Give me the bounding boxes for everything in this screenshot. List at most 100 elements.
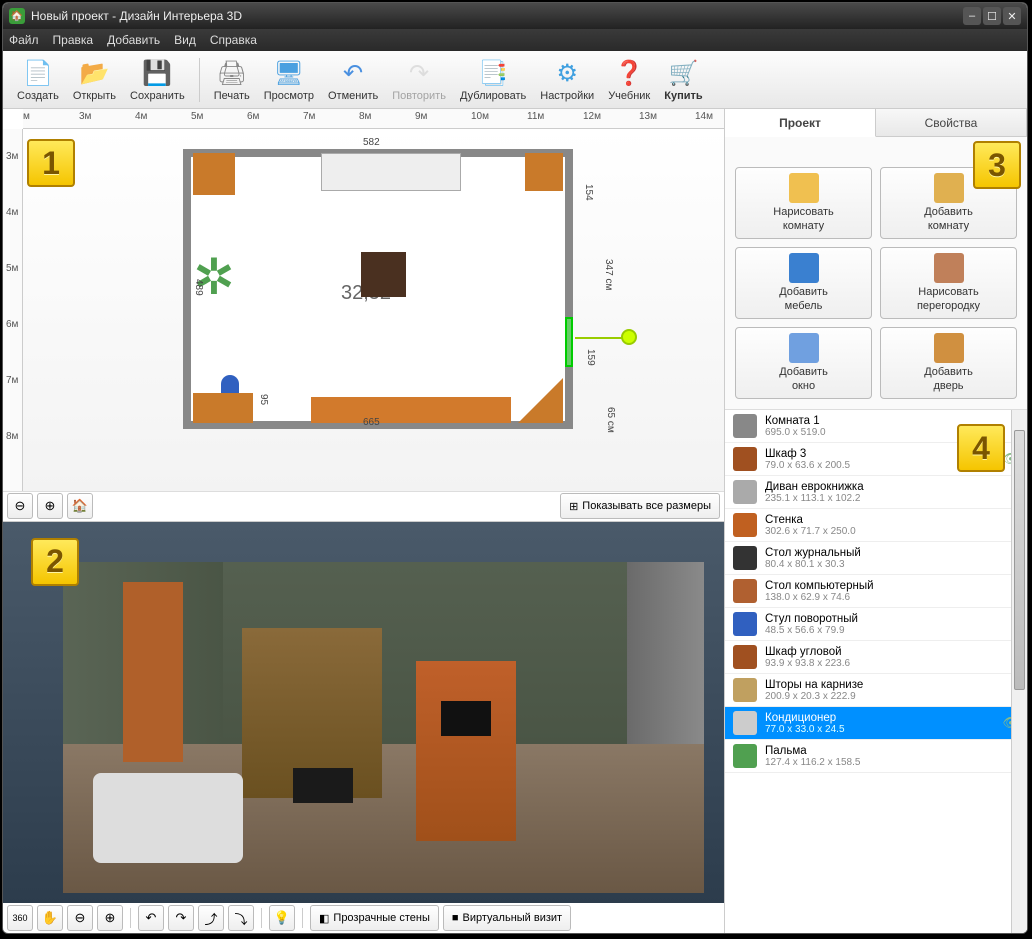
room-outline[interactable]: 32,52 ✲ — [183, 149, 573, 429]
transparent-walls-button[interactable]: ◧ Прозрачные стены — [310, 905, 439, 931]
dimensions-icon: ⊞ — [569, 500, 578, 513]
toolbar-Настройки[interactable]: ⚙Настройки — [534, 56, 600, 104]
комнату-icon — [789, 173, 819, 203]
tab-properties[interactable]: Свойства — [876, 109, 1027, 136]
object-list[interactable]: Комната 1695.0 x 519.0Шкаф 379.0 x 63.6 … — [725, 410, 1027, 933]
minimize-button[interactable]: – — [963, 7, 981, 25]
show-dimensions-button[interactable]: ⊞ Показывать все размеры — [560, 493, 720, 519]
Купить-icon: 🛒 — [667, 58, 699, 90]
action-окно[interactable]: Добавитьокно — [735, 327, 872, 399]
wall-icon: ◧ — [319, 912, 329, 925]
badge-2: 2 — [31, 538, 79, 586]
maximize-button[interactable]: ☐ — [983, 7, 1001, 25]
3d-toolbar: 360 ✋ ⊖ ⊕ ↶ ↷ ⤴ ⤵ 💡 ◧ Прозрачные стены — [3, 903, 724, 933]
home-button[interactable]: 🏠 — [67, 493, 93, 519]
tilt-up-button[interactable]: ⤴ — [198, 905, 224, 931]
object-icon — [733, 414, 757, 438]
scrollbar[interactable] — [1011, 410, 1027, 933]
menu-Справка[interactable]: Справка — [210, 33, 257, 47]
ruler-horizontal: м3м4м5м6м7м8м9м10м11м12м13м14м — [23, 109, 724, 129]
object-icon — [733, 579, 757, 603]
toolbar-Повторить[interactable]: ↷Повторить — [386, 56, 452, 104]
zoom-out-button[interactable]: ⊖ — [7, 493, 33, 519]
light-button[interactable]: 💡 — [269, 905, 295, 931]
app-icon: 🏠 — [9, 8, 25, 24]
virtual-visit-button[interactable]: ■ Виртуальный визит — [443, 905, 571, 931]
menu-Правка[interactable]: Правка — [53, 33, 94, 47]
object-Пальма[interactable]: Пальма127.4 x 116.2 x 158.5 — [725, 740, 1027, 773]
pan-button[interactable]: ✋ — [37, 905, 63, 931]
furniture-desk[interactable] — [193, 393, 253, 423]
badge-4: 4 — [957, 424, 1005, 472]
menu-Вид[interactable]: Вид — [174, 33, 196, 47]
dim-door: 159 — [585, 349, 596, 366]
Создать-icon: 📄 — [22, 58, 54, 90]
object-Стенка[interactable]: Стенка302.6 x 71.7 x 250.0 — [725, 509, 1027, 542]
комнату-icon — [934, 173, 964, 203]
rotate-left-button[interactable]: ↶ — [138, 905, 164, 931]
object-Стол журнальный[interactable]: Стол журнальный80.4 x 80.1 x 30.3 — [725, 542, 1027, 575]
menu-bar: Файл Правка Добавить Вид Справка — [3, 29, 1027, 51]
3d-scene[interactable] — [63, 562, 704, 894]
tilt-down-button[interactable]: ⤵ — [228, 905, 254, 931]
object-Шкаф угловой[interactable]: Шкаф угловой93.9 x 93.8 x 223.6 — [725, 641, 1027, 674]
sel-handle[interactable] — [621, 329, 637, 345]
shelf-3d — [416, 661, 516, 841]
дверь-icon — [934, 333, 964, 363]
zoom-in-button[interactable]: ⊕ — [37, 493, 63, 519]
toolbar-Учебник[interactable]: ❓Учебник — [602, 56, 656, 104]
toolbar-Отменить[interactable]: ↶Отменить — [322, 56, 384, 104]
rotate-360-button[interactable]: 360 — [7, 905, 33, 931]
Открыть-icon: 📂 — [78, 58, 110, 90]
toolbar-Просмотр[interactable]: 🖥Просмотр — [258, 56, 320, 104]
Отменить-icon: ↶ — [337, 58, 369, 90]
dim-gap: 95 — [258, 394, 269, 405]
tv-3d — [441, 701, 491, 736]
toolbar-Создать[interactable]: 📄Создать — [11, 56, 65, 104]
sel-line — [575, 337, 625, 339]
rotate-right-button[interactable]: ↷ — [168, 905, 194, 931]
3d-view[interactable]: 2 360 ✋ ⊖ ⊕ ↶ ↷ ⤴ ⤵ 💡 ◧ Прозрачн — [3, 522, 724, 934]
close-button[interactable]: ✕ — [1003, 7, 1021, 25]
badge-1: 1 — [27, 139, 75, 187]
object-Стул поворотный[interactable]: Стул поворотный48.5 x 56.6 x 79.9 — [725, 608, 1027, 641]
object-icon — [733, 744, 757, 768]
menu-Файл[interactable]: Файл — [9, 33, 39, 47]
plan-canvas[interactable]: 32,52 ✲ 582 34 — [23, 129, 724, 491]
sofa-3d — [93, 773, 243, 863]
3d-zoom-out-button[interactable]: ⊖ — [67, 905, 93, 931]
toolbar-Печать[interactable]: 🖨Печать — [208, 56, 256, 104]
dim-sofa: 665 — [363, 417, 380, 428]
object-Диван еврокнижка[interactable]: Диван еврокнижка235.1 x 113.1 x 102.2 — [725, 476, 1027, 509]
furniture-sofa[interactable] — [311, 397, 511, 423]
furniture-wardrobe[interactable] — [193, 153, 235, 195]
перегородку-icon — [934, 253, 964, 283]
toolbar-Сохранить[interactable]: 💾Сохранить — [124, 56, 191, 104]
object-Стол компьютерный[interactable]: Стол компьютерный138.0 x 62.9 x 74.6 — [725, 575, 1027, 608]
dim-right: 347 см — [603, 259, 614, 290]
furniture-couch[interactable] — [321, 153, 461, 191]
furniture-corner[interactable] — [525, 153, 563, 191]
furniture-corner2[interactable] — [518, 378, 563, 423]
selected-ac[interactable] — [565, 317, 573, 367]
object-icon — [733, 513, 757, 537]
furniture-table[interactable] — [361, 252, 406, 297]
object-Кондиционер[interactable]: Кондиционер77.0 x 33.0 x 24.5👁 — [725, 707, 1027, 740]
object-Шторы на карнизе[interactable]: Шторы на карнизе200.9 x 20.3 x 222.9 — [725, 674, 1027, 707]
scrollbar-thumb[interactable] — [1014, 430, 1025, 690]
3d-zoom-in-button[interactable]: ⊕ — [97, 905, 123, 931]
toolbar-Купить[interactable]: 🛒Купить — [658, 56, 708, 104]
object-icon — [733, 546, 757, 570]
action-перегородку[interactable]: Нарисоватьперегородку — [880, 247, 1017, 319]
menu-Добавить[interactable]: Добавить — [107, 33, 160, 47]
furniture-chair[interactable] — [221, 375, 239, 393]
action-комнату[interactable]: Нарисоватькомнату — [735, 167, 872, 239]
tab-project[interactable]: Проект — [725, 109, 876, 137]
dim-top: 582 — [363, 137, 380, 148]
badge-3: 3 — [973, 141, 1021, 189]
toolbar-Дублировать[interactable]: 📑Дублировать — [454, 56, 532, 104]
plan-view[interactable]: м3м4м5м6м7м8м9м10м11м12м13м14м 3м4м5м6м7… — [3, 109, 724, 522]
action-дверь[interactable]: Добавитьдверь — [880, 327, 1017, 399]
action-мебель[interactable]: Добавитьмебель — [735, 247, 872, 319]
toolbar-Открыть[interactable]: 📂Открыть — [67, 56, 122, 104]
